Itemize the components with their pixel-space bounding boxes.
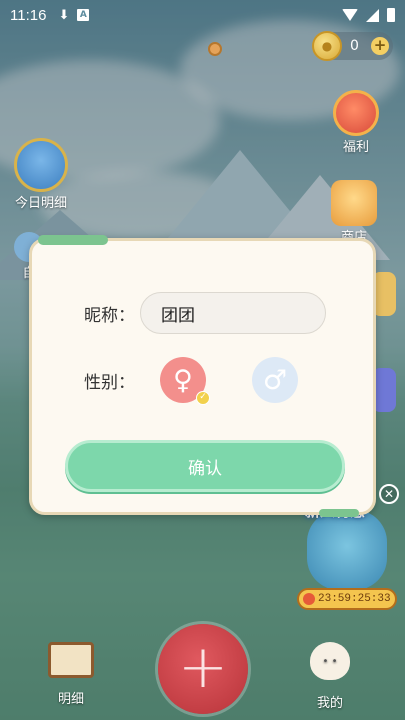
notification-a-icon: A [77,9,90,21]
profile-dialog: 昵称： 性别： ♀ ✓ ♂ 确认 [29,235,376,517]
confirm-button[interactable]: 确认 [65,440,345,492]
plus-icon: + [177,632,229,702]
today-details-label: 今日明细 [14,196,67,211]
coin-count: 0 [350,38,359,54]
clock-icon [303,593,315,605]
building-icon [14,138,68,192]
today-details-entry[interactable]: 今日明细 [14,138,68,211]
coin-counter[interactable]: ● 0 + [312,31,393,61]
nav-details[interactable]: 明细 [48,642,94,707]
female-icon: ♀ [173,364,193,396]
female-option[interactable]: ♀ ✓ [160,357,210,405]
nickname-input[interactable] [140,292,326,334]
male-option[interactable]: ♂ [252,357,298,403]
nav-mine[interactable]: • • 我的 [310,642,350,711]
gender-label: 性别： [84,372,135,393]
signal-icon [366,8,379,22]
compass-icon [208,42,222,56]
new-user-promo[interactable]: 新人特惠 23:59:25:33 [297,500,397,618]
shop-entry[interactable]: 商店 [331,180,377,245]
status-bar: 11:16 ⬇ A [0,0,405,30]
gender-row: 性别： ♀ ✓ ♂ [84,357,298,405]
shop-icon [331,180,377,226]
wifi-icon [342,9,358,21]
gift-icon [333,90,379,136]
shark-mascot-icon [307,510,387,590]
promo-timer-value: 23:59:25:33 [318,593,391,605]
battery-icon [387,8,395,22]
status-time: 11:16 [10,6,47,24]
add-coins-button[interactable]: + [371,37,389,55]
selected-check-icon: ✓ [196,391,210,405]
grass-decoration [38,235,108,245]
male-icon: ♂ [262,364,288,396]
nickname-label: 昵称： [84,305,135,326]
grass-decoration [319,509,359,517]
download-icon: ⬇ [58,7,70,23]
fuli-label: 福利 [342,140,369,155]
book-icon [48,642,94,678]
coin-icon: ● [312,31,342,61]
promo-timer: 23:59:25:33 [297,588,397,610]
nickname-row: 昵称： [84,292,326,334]
fuli-entry[interactable]: 福利 [333,90,379,155]
add-record-button[interactable]: + [158,624,248,714]
nav-details-label: 明细 [57,692,84,707]
nav-mine-label: 我的 [316,696,343,711]
mascot-avatar-icon: • • [310,642,350,680]
